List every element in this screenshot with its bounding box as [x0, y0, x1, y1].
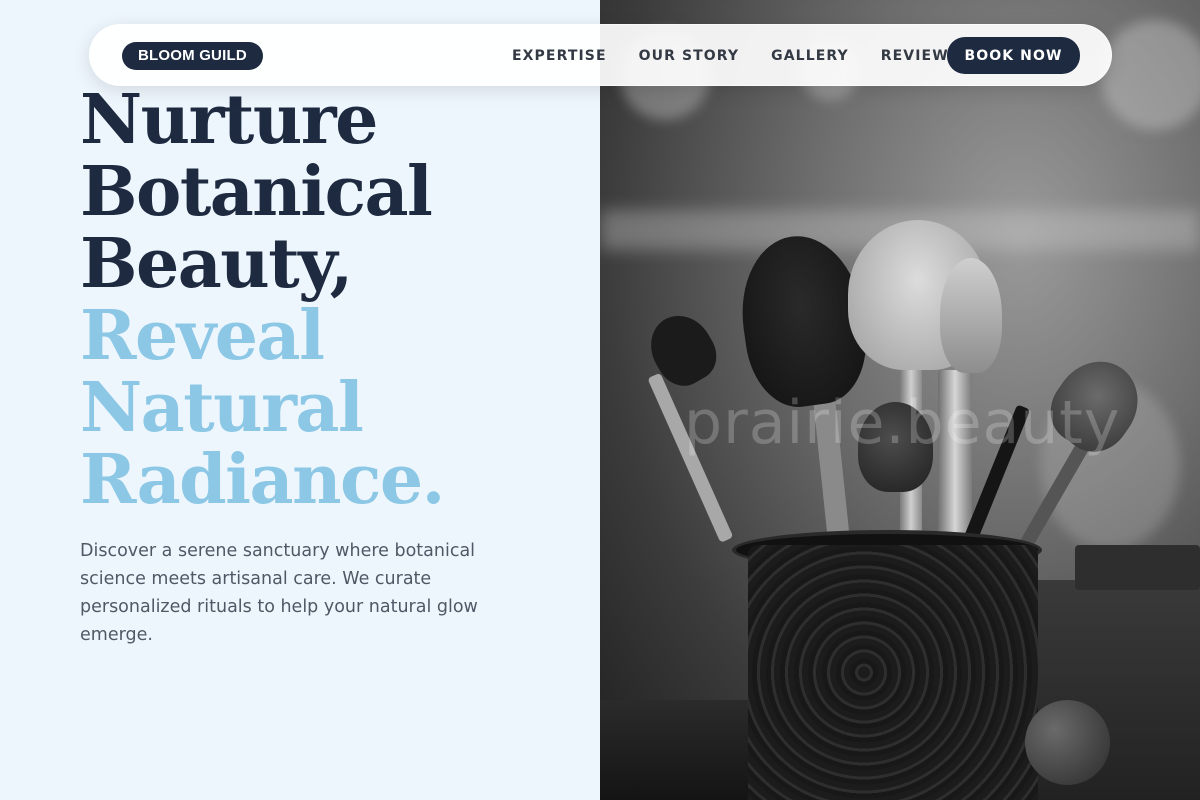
brand-logo[interactable]: BLOOM GUILD [122, 42, 263, 70]
hero-image: prairie.beauty [600, 0, 1200, 800]
brush-head [940, 258, 1002, 373]
nav-link-our-story[interactable]: OUR STORY [639, 48, 740, 64]
headline-line-accent: Natural [80, 368, 364, 448]
makeup-box-lid [1075, 545, 1200, 590]
bokeh-light [1100, 20, 1200, 130]
image-watermark: prairie.beauty [684, 388, 1121, 458]
book-now-button[interactable]: BOOK NOW [947, 37, 1080, 74]
beauty-sponge [1025, 700, 1110, 785]
brush-cup [748, 545, 1038, 800]
nav-link-expertise[interactable]: EXPERTISE [512, 48, 607, 64]
nav-links: EXPERTISE OUR STORY GALLERY REVIEWS [512, 25, 992, 87]
headline-line: Nurture [80, 80, 378, 160]
top-navigation: BLOOM GUILD EXPERTISE OUR STORY GALLERY … [89, 24, 1112, 86]
headline-line: Beauty, [80, 224, 353, 304]
nav-link-gallery[interactable]: GALLERY [771, 48, 849, 64]
hero-description: Discover a serene sanctuary where botani… [80, 541, 478, 645]
hero-headline: Nurture Botanical Beauty, Reveal Natural… [80, 84, 580, 516]
hero-text-panel: Nurture Botanical Beauty, Reveal Natural… [0, 0, 600, 800]
headline-line: Botanical [80, 152, 433, 232]
headline-line-accent: Radiance. [80, 440, 445, 520]
headline-line-accent: Reveal [80, 296, 325, 376]
